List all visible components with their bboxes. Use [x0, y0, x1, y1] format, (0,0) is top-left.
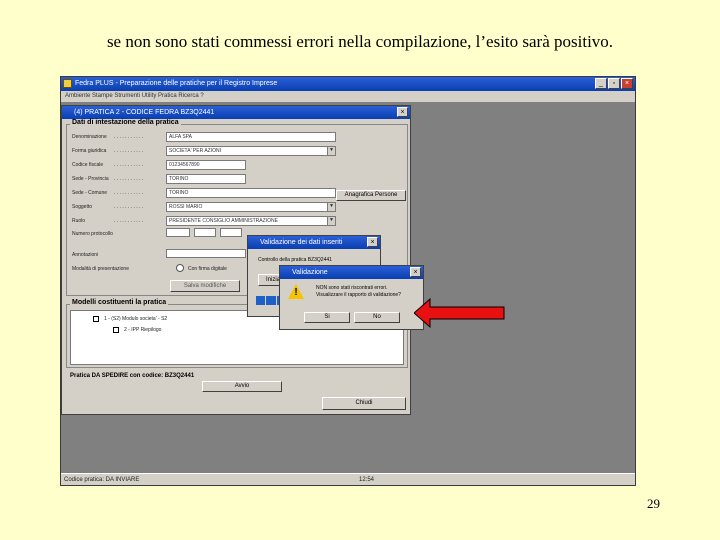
app-title: Fedra PLUS - Preparazione delle pratiche… — [75, 80, 278, 87]
field-label-4: Sede - Provincia — [72, 176, 109, 182]
msgbox-line-2: Visualizzare il rapporto di validazione? — [316, 292, 401, 298]
dropdown-arrow-icon[interactable]: ▼ — [327, 147, 335, 155]
tree-item-1[interactable]: 1 - (S2) Modulo societa' - S2 — [104, 316, 167, 322]
no-button[interactable]: No — [354, 312, 400, 323]
warning-icon: ! — [288, 284, 304, 300]
field-dots-3: . . . . . . . . . . . — [114, 162, 144, 168]
field-label-1: Denominazione — [72, 134, 107, 140]
slide-caption: se non sono stati commessi errori nella … — [106, 32, 614, 51]
field-value-4[interactable]: TORINO — [166, 174, 246, 184]
validazione-dati-title: Validazione dei dati inseriti — [248, 236, 380, 249]
modalita-label: Modalità di presentazione — [72, 266, 129, 272]
modelli-group-title: Modelli costituenti la pratica — [70, 299, 169, 306]
red-arrow-shape — [414, 297, 505, 329]
field-value-text-1: ALFA SPA — [169, 134, 192, 140]
status-clock: 12:54 — [359, 477, 375, 483]
field-label-7: Ruolo — [72, 218, 86, 224]
anagrafica-persone-button[interactable]: Anagrafica Persone — [336, 190, 406, 201]
field-dots-4: . . . . . . . . . . . — [114, 176, 144, 182]
msgbox-line-1: NON sono stati riscontrati errori. — [316, 285, 388, 291]
field-dots-5: . . . . . . . . . . . — [114, 190, 144, 196]
status-bar: Codice pratica: DA INVIARE 12:54 — [61, 473, 635, 485]
field-dots-6: . . . . . . . . . . . — [114, 204, 144, 210]
field-value-text-2: SOCIETA' PER AZIONI — [169, 148, 221, 154]
close-icon[interactable]: × — [621, 78, 633, 89]
pratica-footer-title: Pratica DA SPEDIRE con codice: BZ3Q2441 — [70, 373, 195, 379]
field-dots-7: . . . . . . . . . . . — [114, 218, 144, 224]
intestazione-group-title: Dati di intestazione della pratica — [70, 119, 181, 126]
app-titlebar: Fedra PLUS - Preparazione delle pratiche… — [61, 77, 635, 91]
protocollo-label: Numero protocollo — [72, 231, 113, 237]
app-icon — [63, 79, 72, 88]
tree-item-2[interactable]: 2 - IPP Riepilogo — [124, 327, 161, 333]
protocollo-field-1[interactable] — [166, 228, 190, 237]
protocollo-field-3[interactable] — [220, 228, 242, 237]
menu-bar[interactable]: Ambiente Stampe Strumenti Utility Pratic… — [61, 91, 635, 102]
protocollo-field-2[interactable] — [194, 228, 216, 237]
field-dots-1: . . . . . . . . . . . — [114, 134, 144, 140]
field-dots-2: . . . . . . . . . . . — [114, 148, 144, 154]
dropdown-arrow-icon[interactable]: ▼ — [327, 203, 335, 211]
validazione-msgbox-close-icon[interactable]: × — [410, 267, 421, 277]
field-value-5[interactable]: TORINO — [166, 188, 336, 198]
window-controls: _ ▫ × — [595, 78, 633, 90]
chiudi-button[interactable]: Chiudi — [322, 397, 406, 410]
validazione-msgbox: Validazione × ! NON sono stati riscontra… — [279, 265, 424, 330]
field-value-text-4: TORINO — [169, 176, 189, 182]
annotazioni-field[interactable] — [166, 249, 246, 258]
minimize-icon[interactable]: _ — [595, 78, 607, 89]
field-value-7[interactable]: PRESIDENTE CONSIGLIO AMMINISTRAZIONE ▼ — [166, 216, 336, 226]
field-value-text-3: 01234567890 — [169, 162, 200, 168]
pratica-dialog-title: (4) PRATICA 2 - CODICE FEDRA BZ3Q2441 — [62, 106, 410, 119]
status-left: Codice pratica: DA INVIARE — [64, 477, 140, 483]
field-value-text-5: TORINO — [169, 190, 189, 196]
annotazioni-label: Annotazioni — [72, 252, 99, 258]
tree-checkbox-1[interactable] — [93, 316, 99, 322]
field-value-text-6: ROSSI MARIO — [169, 204, 203, 210]
salva-modifiche-button[interactable]: Salva modifiche — [170, 280, 240, 292]
field-value-1[interactable]: ALFA SPA — [166, 132, 336, 142]
avvio-button[interactable]: Avvio — [202, 381, 282, 392]
red-arrow-icon — [414, 297, 505, 329]
dropdown-arrow-icon[interactable]: ▼ — [327, 217, 335, 225]
pratica-close-icon[interactable]: × — [397, 107, 408, 117]
field-value-6[interactable]: ROSSI MARIO ▼ — [166, 202, 336, 212]
firma-radio[interactable] — [176, 264, 184, 272]
field-label-6: Soggetto — [72, 204, 93, 210]
maximize-icon[interactable]: ▫ — [608, 78, 620, 89]
firma-radio-label: Con firma digitale — [188, 266, 227, 272]
validazione-dati-text: Controllo della pratica BZ3Q2441 — [258, 257, 332, 263]
field-label-2: Forma giuridica — [72, 148, 107, 154]
tree-checkbox-2[interactable] — [113, 327, 119, 333]
field-value-3[interactable]: 01234567890 — [166, 160, 246, 170]
validazione-msgbox-title: Validazione — [280, 266, 423, 279]
page-number: 29 — [647, 496, 660, 511]
field-label-5: Sede - Comune — [72, 190, 108, 196]
fedra-main-window: Fedra PLUS - Preparazione delle pratiche… — [60, 76, 636, 486]
si-button[interactable]: Si — [304, 312, 350, 323]
field-value-2[interactable]: SOCIETA' PER AZIONI ▼ — [166, 146, 336, 156]
field-label-3: Codice fiscale — [72, 162, 104, 168]
field-value-text-7: PRESIDENTE CONSIGLIO AMMINISTRAZIONE — [169, 218, 278, 224]
validazione-dati-close-icon[interactable]: × — [367, 237, 378, 247]
